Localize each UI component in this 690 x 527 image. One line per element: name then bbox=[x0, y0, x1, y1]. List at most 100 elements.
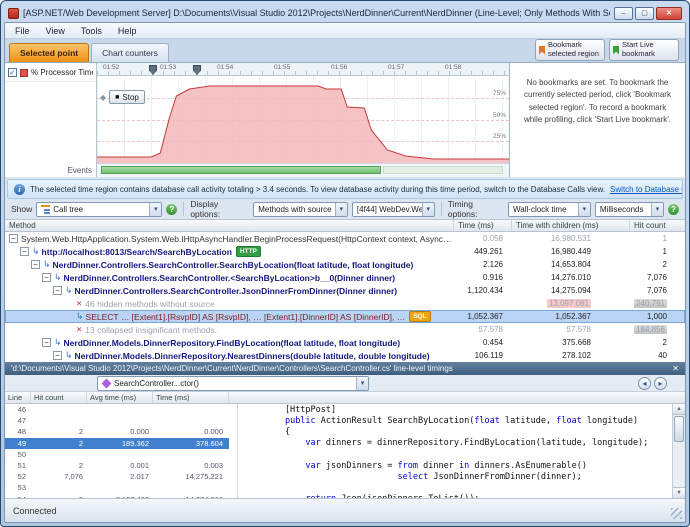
help-icon[interactable]: ? bbox=[166, 204, 177, 215]
y-axis-label: 75% bbox=[493, 90, 506, 97]
tab-selected-point[interactable]: Selected point bbox=[9, 43, 89, 62]
method-label: 13 collapsed insignificant methods. bbox=[85, 325, 217, 335]
cell-time-with-children: 16,980.449 bbox=[511, 247, 629, 256]
close-button[interactable]: ✕ bbox=[656, 7, 682, 20]
display-options-dropdown[interactable]: Methods with source ▾ bbox=[253, 202, 348, 217]
tree-expander-icon[interactable]: − bbox=[42, 273, 51, 282]
start-live-bookmark-button[interactable]: Start Live bookmark bbox=[609, 39, 679, 61]
tree-expander-icon[interactable]: − bbox=[42, 338, 51, 347]
switch-to-database-calls-link[interactable]: Switch to Database Calls view bbox=[610, 185, 683, 194]
y-axis-label: 50% bbox=[493, 112, 506, 119]
method-selector-dropdown[interactable]: SearchController...ctor() ▾ bbox=[97, 376, 369, 391]
menu-help[interactable]: Help bbox=[110, 23, 145, 38]
time-ruler[interactable]: 01:52 01:53 01:54 01:55 01:56 01:57 01:5… bbox=[97, 63, 509, 76]
source-columns-header: Line Hit count Avg time (ms) Time (ms) bbox=[5, 392, 685, 404]
time-tick-label: 01:53 bbox=[160, 64, 176, 71]
tree-expander-icon[interactable]: − bbox=[31, 260, 40, 269]
column-time[interactable]: Time (ms) bbox=[453, 220, 511, 231]
help-icon[interactable]: ? bbox=[668, 204, 679, 215]
call-tree-row[interactable]: −↳NerdDinner.Controllers.SearchControlle… bbox=[5, 271, 685, 284]
timing-dropdown[interactable]: Wall-clock time ▾ bbox=[508, 202, 591, 217]
line-number: 51 bbox=[5, 461, 31, 470]
info-icon: i bbox=[14, 184, 25, 195]
scrollbar-thumb[interactable] bbox=[674, 416, 684, 442]
bookmark-selected-region-button[interactable]: Bookmark selected region bbox=[535, 39, 605, 61]
source-line[interactable]: 50 bbox=[5, 449, 672, 460]
scroll-up-icon[interactable]: ▲ bbox=[673, 404, 685, 415]
resize-grip[interactable] bbox=[671, 508, 682, 519]
source-line[interactable]: 53 bbox=[5, 482, 672, 493]
call-tree-row[interactable]: −↳NerdDinner.Models.DinnerRepository.Nea… bbox=[5, 349, 685, 362]
slider-diamond-icon[interactable]: ◆ bbox=[100, 93, 106, 102]
call-arrow-icon: ↳ bbox=[65, 350, 73, 361]
show-dropdown[interactable]: Call tree ▾ bbox=[36, 202, 162, 217]
timeline-chart[interactable]: 01:52 01:53 01:54 01:55 01:56 01:57 01:5… bbox=[97, 63, 509, 177]
source-line[interactable]: 527,0762.01714,275.221 select JsonDinner… bbox=[5, 471, 672, 482]
processor-time-counter-row[interactable]: ✓ % Processor Time bbox=[5, 63, 96, 82]
line-hit-count: 7,076 bbox=[31, 472, 87, 481]
line-stats: 492189.362378.604 bbox=[5, 438, 229, 449]
call-tree-row[interactable]: −System.Web.HttpApplication.System.Web.I… bbox=[5, 232, 685, 245]
menu-tools[interactable]: Tools bbox=[73, 23, 110, 38]
bookmark-button-label: Bookmark selected region bbox=[548, 41, 601, 58]
menu-view[interactable]: View bbox=[38, 23, 73, 38]
maximize-button[interactable]: ▢ bbox=[635, 7, 654, 20]
code-text: [HttpPost] bbox=[238, 405, 672, 415]
call-tree-header[interactable]: Method Time (ms) Time with children (ms)… bbox=[5, 219, 685, 232]
source-line[interactable]: 5120.0010.003 var jsonDinners = from din… bbox=[5, 460, 672, 471]
cell-time-with-children: 16,980.531 bbox=[511, 234, 629, 243]
timing-dropdown-value: Wall-clock time bbox=[513, 205, 566, 214]
cell-time-with-children: 1,052.367 bbox=[511, 312, 629, 321]
call-tree-row[interactable]: −↳NerdDinner.Controllers.SearchControlle… bbox=[5, 258, 685, 271]
events-track[interactable] bbox=[97, 163, 509, 177]
info-bar-text: The selected time region contains databa… bbox=[30, 185, 605, 194]
source-line[interactable]: 4820.0000.000 { bbox=[5, 426, 672, 437]
collapsed-methods-icon: ✕ bbox=[76, 325, 82, 334]
call-tree-row[interactable]: ✕13 collapsed insignificant methods.57.5… bbox=[5, 323, 685, 336]
source-scrollbar[interactable]: ▲ ▼ bbox=[672, 404, 685, 498]
source-line[interactable]: 492189.362378.604 var dinners = dinnerRe… bbox=[5, 438, 672, 449]
cell-hit-count: 1,000 bbox=[629, 312, 685, 321]
process-dropdown[interactable]: [4f44] WebDev.Web... ▾ bbox=[352, 202, 435, 217]
source-line[interactable]: 46 [HttpPost] bbox=[5, 404, 672, 415]
tree-expander-icon[interactable]: − bbox=[20, 247, 29, 256]
processor-time-checkbox[interactable]: ✓ bbox=[8, 68, 17, 77]
navigate-forward-button[interactable]: ▸ bbox=[654, 377, 667, 390]
tree-expander-icon[interactable]: − bbox=[53, 286, 62, 295]
column-time-with-children[interactable]: Time with children (ms) bbox=[511, 220, 629, 231]
tree-expander-icon[interactable]: − bbox=[9, 234, 18, 243]
method-label: NerdDinner.Controllers.SearchController.… bbox=[53, 260, 414, 270]
scroll-down-icon[interactable]: ▼ bbox=[673, 487, 685, 498]
live-bookmark-button-label: Start Live bookmark bbox=[622, 41, 675, 58]
processor-time-area-chart bbox=[97, 76, 509, 163]
call-tree-icon bbox=[41, 205, 50, 214]
processor-time-plot[interactable]: 75% 50% 25% ◆ ■ Stop bbox=[97, 76, 509, 163]
call-tree-row[interactable]: −↳NerdDinner.Models.DinnerRepository.Fin… bbox=[5, 336, 685, 349]
source-panel-title: 'd:\Documents\Visual Studio 2012\Project… bbox=[11, 364, 453, 373]
tree-expander-icon[interactable]: − bbox=[53, 351, 62, 360]
method-cell: −↳NerdDinner.Controllers.SearchControlle… bbox=[5, 259, 453, 270]
http-badge: HTTP bbox=[236, 246, 261, 257]
source-line[interactable]: 47 public ActionResult SearchByLocation(… bbox=[5, 415, 672, 426]
column-hit-count[interactable]: Hit count bbox=[629, 220, 685, 231]
method-label: NerdDinner.Models.DinnerRepository.Neare… bbox=[75, 351, 430, 361]
call-tree-row[interactable]: −↳http://localhost:8013/Search/SearchByL… bbox=[5, 245, 685, 258]
call-tree-row[interactable]: ✕46 hidden methods without source13,097.… bbox=[5, 297, 685, 310]
call-tree-row[interactable]: −↳NerdDinner.Controllers.SearchControlle… bbox=[5, 284, 685, 297]
column-method[interactable]: Method bbox=[5, 220, 453, 231]
code-divider bbox=[237, 449, 238, 460]
tab-chart-counters[interactable]: Chart counters bbox=[91, 43, 169, 62]
menu-file[interactable]: File bbox=[7, 23, 38, 38]
minimize-button[interactable]: – bbox=[614, 7, 633, 20]
time-tick-label: 01:54 bbox=[217, 64, 233, 71]
stop-button[interactable]: ■ Stop bbox=[109, 90, 145, 104]
close-source-panel-icon[interactable]: ✕ bbox=[664, 364, 679, 373]
source-code-panel: 46 [HttpPost]47 public ActionResult Sear… bbox=[5, 404, 685, 498]
line-number: 50 bbox=[5, 450, 31, 459]
units-dropdown[interactable]: Milliseconds ▾ bbox=[595, 202, 664, 217]
line-time: 14,275.221 bbox=[153, 472, 229, 481]
app-icon bbox=[8, 8, 19, 19]
navigate-back-button[interactable]: ◂ bbox=[638, 377, 651, 390]
call-tree-row[interactable]: ↳SELECT … [Extent1].[RsvpID] AS [RsvpID]… bbox=[5, 310, 685, 323]
title-bar[interactable]: [ASP.NET/Web Development Server] D:\Docu… bbox=[4, 4, 686, 22]
